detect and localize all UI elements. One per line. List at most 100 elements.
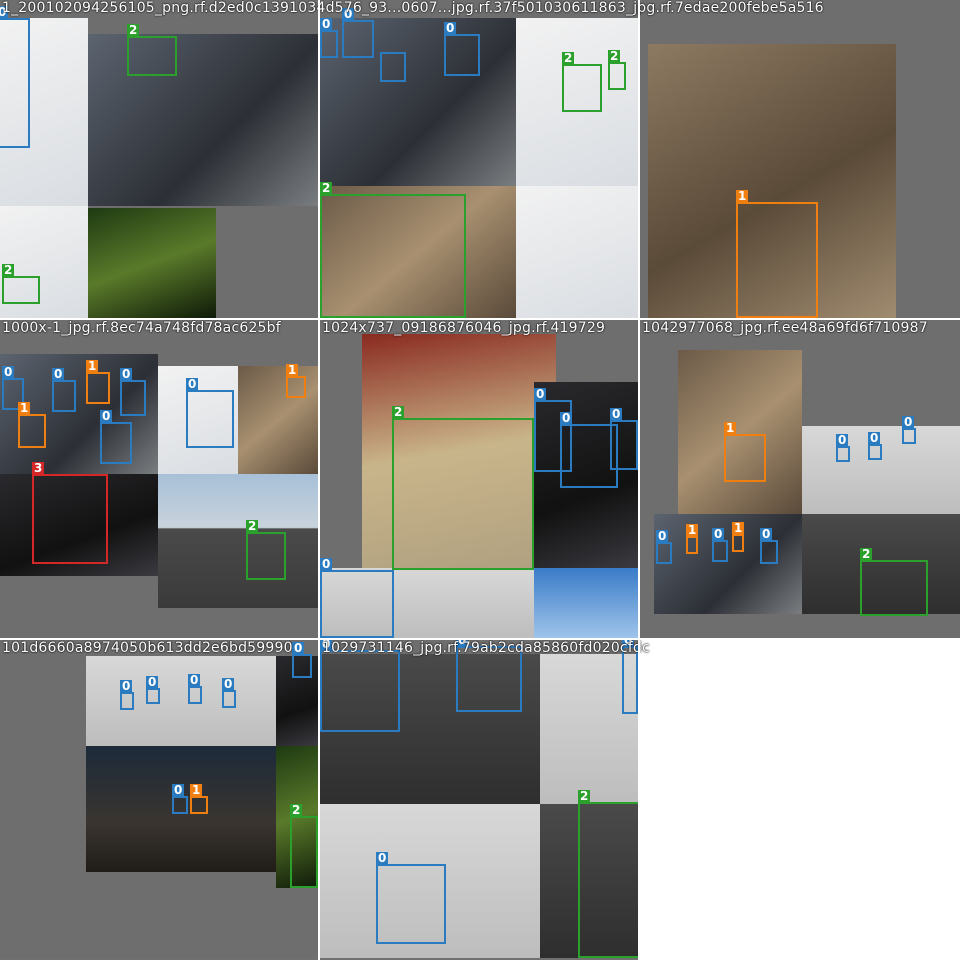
bbox: 2: [246, 520, 286, 580]
bbox: 2: [860, 548, 928, 616]
mosaic-tile: 1 0 0 0 0 1 0 1 0 2: [640, 320, 960, 638]
tile-title-row1: 1_200102094256105_png.rf.d2ed0c1391034d5…: [2, 0, 824, 16]
bbox-label: 2: [562, 51, 575, 65]
grid-line: [0, 638, 960, 640]
bbox: 2: [290, 804, 318, 888]
bbox-label: 0: [320, 17, 333, 31]
bbox-label: 0: [760, 527, 773, 541]
grid-line: [318, 0, 320, 960]
bbox-label: 1: [190, 783, 203, 797]
bbox: 0: [0, 6, 30, 148]
bbox: 0: [902, 416, 916, 444]
bbox: 2: [578, 790, 638, 958]
bbox: 0: [320, 18, 338, 58]
bbox: 1: [86, 360, 110, 404]
bbox-label: 0: [836, 433, 849, 447]
bbox-label: 0: [120, 367, 133, 381]
bbox: 0: [188, 674, 202, 704]
bbox-label: 2: [392, 405, 405, 419]
mosaic-tile: 0 0 1 0 1 0 0 1 3 2: [0, 320, 318, 638]
bbox: 2: [2, 264, 40, 304]
mosaic-tile: 2 0 0 0 0: [320, 320, 638, 638]
photo-sky: [534, 568, 638, 638]
bbox-label: 2: [578, 789, 591, 803]
bbox-label: 0: [560, 411, 573, 425]
bbox-label: 0: [146, 675, 159, 689]
bbox-label: 1: [736, 189, 749, 203]
bbox-label: 0: [320, 557, 333, 571]
bbox: [380, 52, 406, 82]
bbox: 1: [736, 190, 818, 318]
mosaic-tile: 0 0 0 0 2: [320, 640, 638, 958]
mosaic-tile: 0 2 2: [0, 0, 318, 318]
photo-station-crowd: [86, 656, 276, 746]
bbox: 0: [760, 528, 778, 564]
bbox: 0: [712, 528, 728, 562]
bbox-label: 1: [86, 359, 99, 373]
photo-walkers: [802, 426, 960, 514]
bbox: 2: [608, 50, 626, 90]
bbox: 0: [376, 852, 446, 944]
bbox: 0: [622, 640, 638, 714]
bbox: 0: [292, 642, 312, 678]
bbox: 0: [186, 378, 234, 448]
photo-masked-street: [654, 514, 802, 614]
bbox-label: 2: [290, 803, 303, 817]
bbox-label: 0: [222, 677, 235, 691]
bbox: 1: [190, 784, 208, 814]
bbox-label: 3: [32, 461, 45, 475]
bbox-label: 0: [2, 365, 15, 379]
bbox-label: 2: [127, 23, 140, 37]
bbox: 0: [836, 434, 850, 462]
bbox-label: 0: [534, 387, 547, 401]
photo-road-cyclist: [158, 474, 318, 608]
bbox: 0: [120, 680, 134, 710]
bbox-label: 1: [18, 401, 31, 415]
grid-line: [638, 0, 640, 960]
bbox-label: 0: [188, 673, 201, 687]
bbox: 0: [868, 432, 882, 460]
bbox: 3: [32, 462, 108, 564]
bbox: 1: [18, 402, 46, 448]
bbox-label: 2: [246, 519, 259, 533]
mosaic-grid: 1_200102094256105_png.rf.d2ed0c1391034d5…: [0, 0, 960, 960]
bbox: 1: [724, 422, 766, 482]
photo-man-trees: [88, 208, 216, 318]
bbox: 0: [52, 368, 76, 412]
bbox-label: 0: [444, 21, 457, 35]
bbox-label: 2: [2, 263, 15, 277]
tile-title: 101d6660a8974050b613dd2e6bd59990: [2, 640, 293, 656]
bbox-label: 1: [286, 363, 299, 377]
bbox: 2: [392, 406, 534, 570]
bbox: 0: [444, 22, 480, 76]
mosaic-tile: 0 0 0 0 0 0 1 2: [0, 640, 318, 958]
tile-title: 1029731146_jpg.rf.79ab2cda85860fd020cfdc: [322, 640, 650, 656]
bbox-label: 0: [186, 377, 199, 391]
bbox: 2: [320, 182, 466, 318]
bbox: 1: [286, 364, 306, 398]
empty-tile: [640, 640, 960, 960]
bbox: 0: [320, 640, 400, 732]
bbox: 0: [342, 8, 374, 58]
tile-title: 1000x-1_jpg.rf.8ec74a748fd78ac625bf: [2, 320, 281, 336]
bbox-label: 0: [52, 367, 65, 381]
bbox: 0: [172, 784, 188, 814]
bbox: 2: [127, 24, 177, 76]
bbox-label: 0: [120, 679, 133, 693]
bbox: 1: [686, 524, 699, 554]
tile-title: 1042977068_jpg.rf.ee48a69fd6f710987: [642, 320, 928, 336]
bbox: 0: [222, 678, 236, 708]
bbox-label: 0: [292, 641, 305, 655]
bbox-label: 2: [608, 49, 621, 63]
photo-woman-room: [238, 366, 318, 474]
bbox-label: 0: [172, 783, 185, 797]
bbox-label: 0: [868, 431, 881, 445]
bbox: 1: [732, 522, 745, 552]
bbox: 0: [100, 410, 132, 464]
bbox-label: 0: [902, 415, 915, 429]
bbox: 0: [656, 530, 672, 564]
photo-umbrella: [516, 186, 638, 318]
bbox: 0: [320, 558, 394, 638]
bbox-label: 1: [732, 521, 745, 535]
bbox-label: 2: [860, 547, 873, 561]
